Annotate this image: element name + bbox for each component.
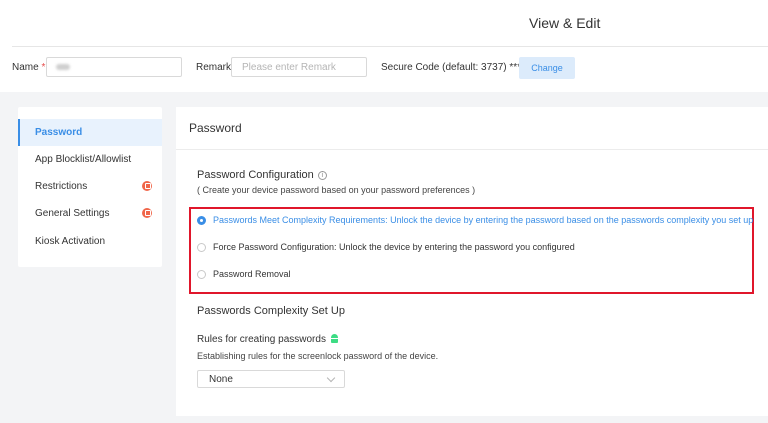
radio-label: Force Password Configuration: Unlock the…	[213, 242, 575, 252]
radio-force-password[interactable]: Force Password Configuration: Unlock the…	[197, 242, 575, 252]
rules-title: Rules for creating passwords	[197, 334, 339, 345]
header: View & Edit Name * Remark Secure Code (d…	[0, 0, 768, 92]
change-button[interactable]: Change	[519, 57, 575, 79]
remark-label: Remark	[196, 62, 232, 73]
info-icon[interactable]: i	[317, 171, 327, 180]
rules-title-text: Rules for creating passwords	[197, 334, 326, 345]
sidebar-item-app-blocklist[interactable]: App Blocklist/Allowlist	[18, 146, 162, 173]
secure-code-label: Secure Code (default: 3737) ****	[381, 62, 525, 73]
password-config-subtitle: ( Create your device password based on y…	[197, 185, 476, 195]
password-config-title: Password Configuration i	[197, 169, 327, 181]
radio-label: Passwords Meet Complexity Requirements: …	[213, 215, 754, 225]
radio-complexity-requirements[interactable]: Passwords Meet Complexity Requirements: …	[197, 215, 753, 225]
password-rules-select[interactable]: None	[197, 370, 345, 388]
page-title: View & Edit	[529, 15, 601, 31]
alert-badge-icon	[142, 181, 152, 191]
sidebar-item-kiosk-activation[interactable]: Kiosk Activation	[18, 228, 162, 255]
radio-unchecked-icon[interactable]	[197, 242, 206, 252]
select-value: None	[209, 373, 233, 385]
section-divider	[176, 149, 768, 150]
android-icon	[330, 334, 339, 343]
sidebar-item-general-settings[interactable]: General Settings	[18, 200, 162, 227]
complexity-title: Passwords Complexity Set Up	[197, 305, 345, 317]
name-value-redacted	[56, 64, 70, 70]
main-panel: Password Password Configuration i ( Creat…	[176, 107, 768, 416]
radio-label: Password Removal	[213, 269, 291, 279]
chevron-down-icon	[326, 373, 336, 383]
password-config-title-text: Password Configuration	[197, 169, 314, 181]
section-title: Password	[189, 121, 242, 135]
sidebar: Password App Blocklist/Allowlist Restric…	[18, 107, 162, 267]
sidebar-item-label: Restrictions	[35, 181, 88, 192]
remark-input[interactable]	[231, 57, 367, 77]
sidebar-item-password[interactable]: Password	[18, 119, 162, 146]
sidebar-item-label: App Blocklist/Allowlist	[35, 154, 132, 165]
rules-description: Establishing rules for the screenlock pa…	[197, 351, 439, 361]
sidebar-item-label: Password	[35, 127, 83, 138]
alert-badge-icon	[142, 208, 152, 218]
radio-unchecked-icon[interactable]	[197, 269, 206, 279]
sidebar-item-restrictions[interactable]: Restrictions	[18, 173, 162, 200]
name-input[interactable]	[46, 57, 182, 77]
sidebar-item-label: Kiosk Activation	[35, 236, 106, 247]
radio-password-removal[interactable]: Password Removal	[197, 269, 291, 279]
radio-checked-icon[interactable]	[197, 215, 206, 225]
header-divider	[12, 46, 768, 47]
sidebar-item-label: General Settings	[35, 208, 110, 219]
name-label: Name *	[12, 62, 46, 73]
